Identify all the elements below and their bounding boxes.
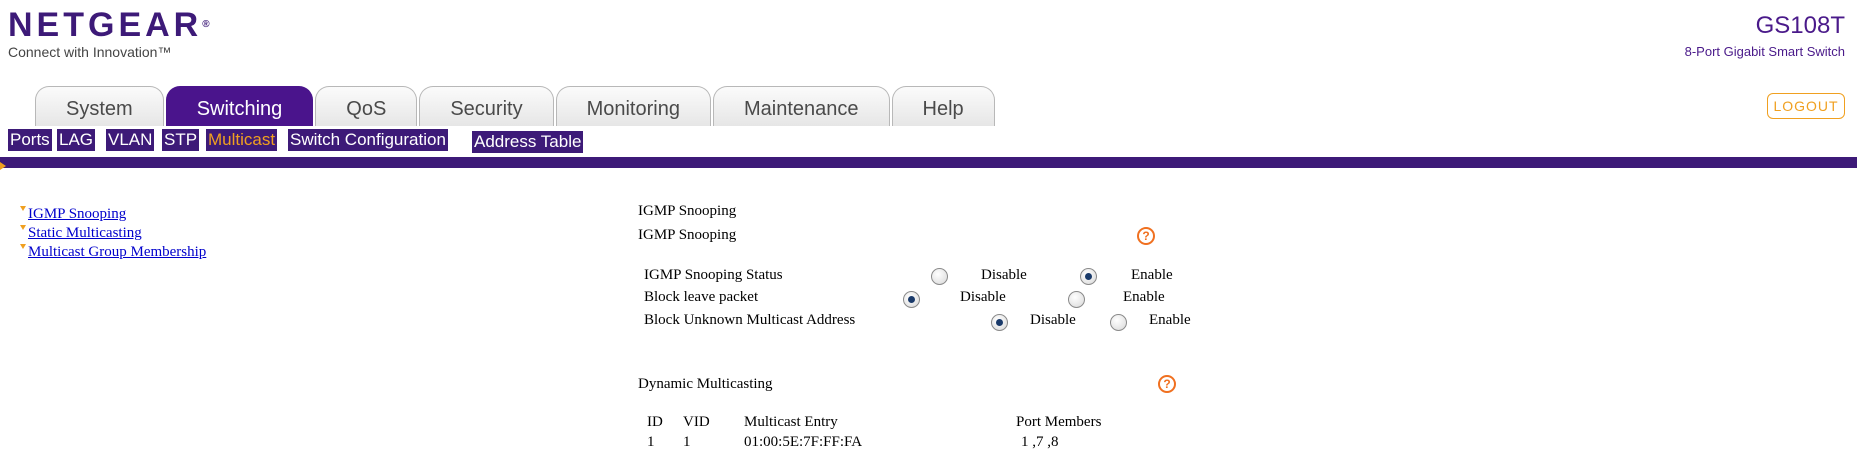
igmp-snooping-status-disable-label: Disable [981, 267, 1027, 283]
model-name: GS108T [1755, 12, 1845, 39]
arrow-icon [20, 225, 26, 230]
block-unknown-multicast-label: Block Unknown Multicast Address [644, 312, 856, 328]
subnav-stp[interactable]: STP [162, 129, 200, 151]
table-cell-id: 1 [647, 434, 655, 450]
table-header-id: ID [647, 414, 663, 430]
block-leave-packet-disable-radio[interactable] [903, 291, 920, 308]
help-icon[interactable]: ? [1137, 227, 1155, 245]
block-leave-packet-enable-label: Enable [1123, 289, 1165, 305]
tab-maintenance[interactable]: Maintenance [712, 86, 890, 126]
igmp-snooping-status-disable-radio[interactable] [931, 268, 948, 285]
leftnav-item-igmp-snooping: IGMP Snooping [18, 206, 206, 225]
bar-arrow-icon [0, 162, 6, 170]
section-title-dynamic-multicasting: Dynamic Multicasting [638, 376, 773, 392]
leftnav-item-static-multicasting: Static Multicasting [18, 225, 206, 244]
subnav-switch-configuration[interactable]: Switch Configuration [288, 129, 448, 151]
header-divider-bar [0, 157, 1857, 168]
table-cell-port-members: 1 ,7 ,8 [1021, 434, 1059, 450]
table-header-port-members: Port Members [1016, 414, 1102, 430]
subnav-address-table[interactable]: Address Table [472, 131, 584, 153]
table-cell-vid: 1 [683, 434, 691, 450]
page-title: IGMP Snooping [638, 203, 737, 219]
subnav-multicast[interactable]: Multicast [206, 129, 278, 151]
tab-qos[interactable]: QoS [315, 86, 418, 126]
table-cell-multicast-entry: 01:00:5E:7F:FF:FA [744, 434, 863, 450]
igmp-snooping-status-enable-label: Enable [1131, 267, 1173, 283]
model-info: GS108T 8-Port Gigabit Smart Switch [1685, 12, 1845, 59]
leftnav-item-multicast-group-membership: Multicast Group Membership [18, 244, 206, 263]
section-title-igmp-snooping: IGMP Snooping [638, 227, 737, 243]
main-tabs: System Switching QoS Security Monitoring… [35, 86, 997, 126]
subnav-ports[interactable]: Ports [8, 129, 52, 151]
tab-system[interactable]: System [35, 86, 164, 126]
tab-monitoring[interactable]: Monitoring [555, 86, 711, 126]
help-icon[interactable]: ? [1158, 375, 1176, 393]
brand-tagline: Connect with Innovation™ [8, 44, 172, 60]
block-unknown-multicast-enable-radio[interactable] [1110, 314, 1127, 331]
block-unknown-multicast-enable-label: Enable [1149, 312, 1191, 328]
tab-security[interactable]: Security [419, 86, 554, 126]
arrow-icon [20, 244, 26, 249]
netgear-logo: NETGEAR® Connect with Innovation™ [8, 8, 210, 60]
sub-navigation: Ports LAG VLAN STP Multicast Switch Conf… [0, 127, 1857, 157]
multicast-group-membership-link[interactable]: Multicast Group Membership [28, 244, 206, 260]
model-description: 8-Port Gigabit Smart Switch [1684, 44, 1845, 59]
tab-switching[interactable]: Switching [165, 86, 314, 126]
block-unknown-multicast-disable-label: Disable [1030, 312, 1076, 328]
block-unknown-multicast-disable-radio[interactable] [991, 314, 1008, 331]
table-header-multicast-entry: Multicast Entry [744, 414, 838, 430]
igmp-snooping-link[interactable]: IGMP Snooping [28, 206, 126, 222]
logout-button[interactable]: LOGOUT [1767, 93, 1845, 119]
subnav-vlan[interactable]: VLAN [106, 129, 155, 151]
igmp-snooping-status-label: IGMP Snooping Status [644, 267, 783, 283]
subnav-lag[interactable]: LAG [57, 129, 96, 151]
static-multicasting-link[interactable]: Static Multicasting [28, 225, 142, 241]
brand-name: NETGEAR® [8, 6, 210, 44]
table-header-vid: VID [683, 414, 710, 430]
block-leave-packet-disable-label: Disable [960, 289, 1006, 305]
left-navigation: IGMP Snooping Static Multicasting Multic… [18, 206, 206, 263]
arrow-icon [20, 206, 26, 211]
igmp-snooping-status-enable-radio[interactable] [1080, 268, 1097, 285]
block-leave-packet-enable-radio[interactable] [1068, 291, 1085, 308]
tab-help[interactable]: Help [891, 86, 995, 126]
block-leave-packet-label: Block leave packet [644, 289, 759, 305]
